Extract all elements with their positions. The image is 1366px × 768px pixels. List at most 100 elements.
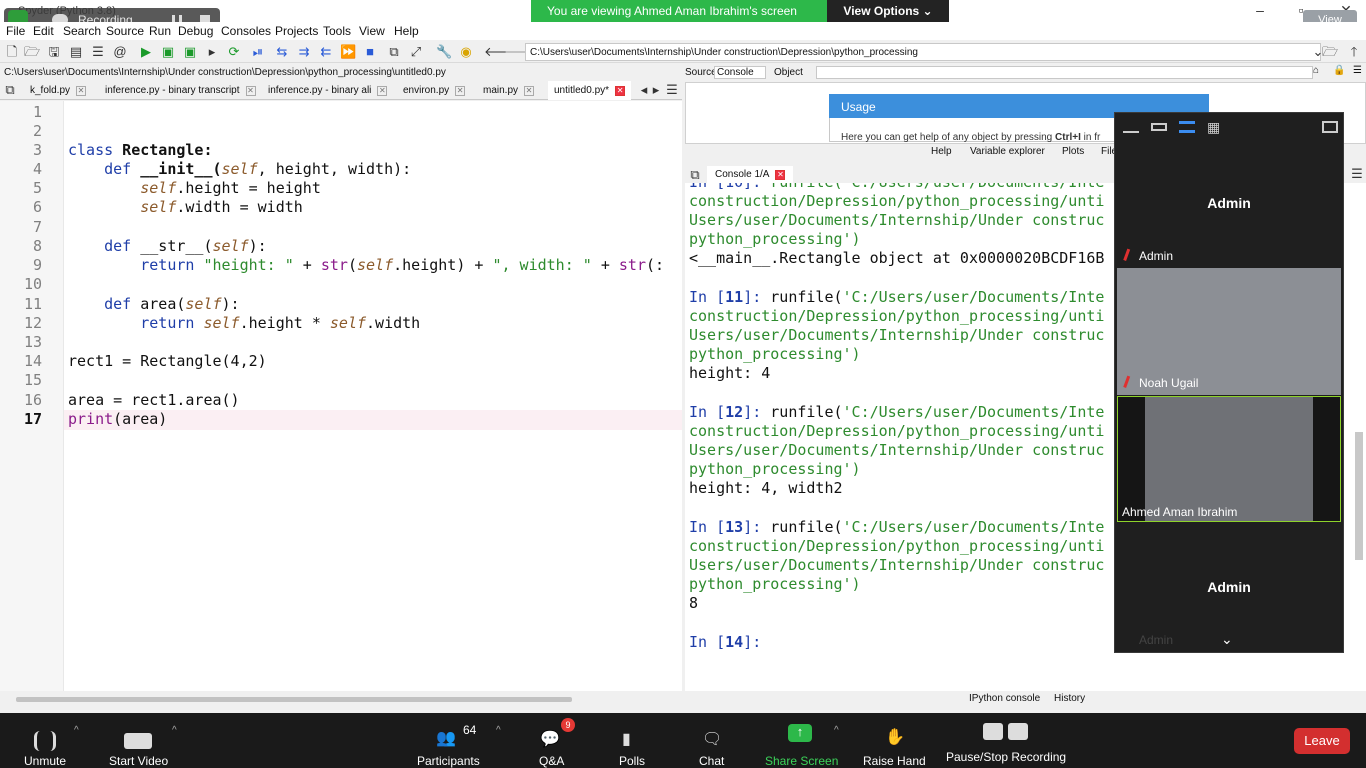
rerun-icon[interactable]: ⟳: [226, 44, 242, 60]
tab-main[interactable]: main.py ✕: [477, 81, 540, 100]
pause-recording-icon[interactable]: [983, 723, 1003, 740]
lock-icon[interactable]: 🔒: [1333, 65, 1345, 76]
exit-fullscreen-icon[interactable]: [1322, 121, 1338, 133]
run-icon[interactable]: ▶: [138, 44, 154, 60]
tab-untitled0[interactable]: untitled0.py* ✕: [548, 81, 632, 100]
chevron-down-icon[interactable]: ⌄: [1221, 631, 1233, 648]
menu-view[interactable]: View: [359, 24, 385, 38]
stop-recording-icon[interactable]: [1008, 723, 1028, 740]
qa-button[interactable]: Q&A: [539, 754, 564, 768]
menu-help[interactable]: Help: [394, 24, 419, 38]
working-directory-input[interactable]: C:\Users\user\Documents\Internship\Under…: [525, 43, 1321, 61]
chevron-up-icon[interactable]: ^: [172, 725, 177, 736]
minimize-icon[interactable]: [1123, 121, 1139, 133]
home-icon[interactable]: ⌂: [1313, 65, 1319, 76]
participants-button[interactable]: Participants: [417, 754, 480, 768]
tab-right-icon[interactable]: ▸: [648, 82, 664, 98]
menu-projects[interactable]: Projects: [275, 24, 318, 38]
menu-file[interactable]: File: [6, 24, 25, 38]
polls-button[interactable]: Polls: [619, 754, 645, 768]
parent-dir-icon[interactable]: 🡑: [1346, 44, 1362, 60]
options-menu-icon[interactable]: ☰: [1353, 65, 1362, 76]
console-scroll-thumb[interactable]: [1355, 432, 1363, 560]
chat-icon[interactable]: 🗨: [702, 729, 722, 749]
tab-k-fold[interactable]: k_fold.py ✕: [24, 81, 92, 100]
chat-button[interactable]: Chat: [699, 754, 724, 768]
code-editor[interactable]: 1 2 3 4 5 6 7 8 9 10 11 12 13 14 15 16 1…: [0, 101, 682, 691]
chevron-up-icon[interactable]: ^: [496, 725, 501, 736]
menu-search[interactable]: Search: [63, 24, 101, 38]
step-icon[interactable]: ⇆: [274, 44, 290, 60]
menu-consoles[interactable]: Consoles: [221, 24, 271, 38]
microphone-muted-icon[interactable]: [34, 731, 56, 751]
view-options-button[interactable]: View Options ⌄: [827, 0, 949, 22]
run-selection-icon[interactable]: ▸: [204, 44, 220, 60]
polls-icon[interactable]: ▮: [622, 729, 631, 749]
minimize-icon[interactable]: –: [1250, 2, 1270, 18]
options-menu-icon[interactable]: ☰: [1349, 166, 1365, 182]
video-tile-ahmed[interactable]: Ahmed Aman Ibrahim: [1117, 396, 1341, 522]
close-tab-icon[interactable]: ✕: [615, 86, 626, 96]
close-tab-icon[interactable]: ✕: [455, 86, 466, 96]
run-cell-advance-icon[interactable]: ▣: [182, 44, 198, 60]
tab-ipython-console[interactable]: IPython console: [969, 693, 1040, 704]
debug-icon[interactable]: ⏯: [250, 44, 266, 60]
step-into-icon[interactable]: ⇉: [296, 44, 312, 60]
close-tab-icon[interactable]: ✕: [524, 86, 535, 96]
fullscreen-icon[interactable]: ⤢: [408, 44, 424, 60]
browse-tabs-icon[interactable]: ⧉: [2, 82, 18, 98]
menu-debug[interactable]: Debug: [178, 24, 213, 38]
close-tab-icon[interactable]: ✕: [775, 170, 786, 180]
close-tab-icon[interactable]: ✕: [76, 86, 87, 96]
raise-hand-button[interactable]: Raise Hand: [863, 754, 926, 768]
options-menu-icon[interactable]: ☰: [664, 82, 680, 98]
menu-run[interactable]: Run: [149, 24, 171, 38]
back-arrow-icon[interactable]: 🡐: [484, 44, 519, 60]
save-icon[interactable]: 🖫: [46, 44, 62, 60]
list-icon[interactable]: ☰: [90, 44, 106, 60]
qa-icon[interactable]: 💬: [540, 729, 560, 749]
start-video-button[interactable]: Start Video: [109, 754, 168, 768]
chevron-up-icon[interactable]: ^: [74, 725, 79, 736]
share-screen-button[interactable]: Share Screen: [765, 754, 838, 768]
raise-hand-icon[interactable]: ✋: [885, 727, 905, 747]
run-cell-icon[interactable]: ▣: [160, 44, 176, 60]
tab-environ[interactable]: environ.py ✕: [397, 81, 471, 100]
close-tab-icon[interactable]: ✕: [245, 86, 256, 96]
tab-help[interactable]: Help: [931, 146, 952, 157]
save-all-icon[interactable]: ▤: [68, 44, 84, 60]
speaker-view-icon[interactable]: [1179, 121, 1195, 133]
gallery-view-icon[interactable]: ▦: [1207, 120, 1223, 134]
video-tile-noah[interactable]: Noah Ugail: [1117, 268, 1341, 395]
continue-icon[interactable]: ⏩: [340, 44, 356, 60]
wrench-icon[interactable]: 🔧: [436, 44, 452, 60]
forward-arrow-icon[interactable]: 🡒: [504, 44, 539, 60]
pause-stop-recording-button[interactable]: Pause/Stop Recording: [946, 750, 1066, 764]
console-prompt[interactable]: In [14]:: [689, 633, 761, 651]
object-input[interactable]: [816, 66, 1313, 79]
source-select[interactable]: Console: [714, 66, 766, 79]
close-tab-icon[interactable]: ✕: [377, 86, 388, 96]
at-icon[interactable]: @: [112, 44, 128, 60]
menu-edit[interactable]: Edit: [33, 24, 54, 38]
editor-scroll-thumb[interactable]: [16, 697, 572, 702]
video-off-icon[interactable]: [124, 733, 152, 749]
new-file-icon[interactable]: 🗋: [4, 44, 20, 60]
open-file-icon[interactable]: 🗁: [24, 44, 40, 60]
tab-history[interactable]: History: [1054, 693, 1085, 704]
participants-icon[interactable]: 👥: [436, 728, 456, 748]
tab-plots[interactable]: Plots: [1062, 146, 1084, 157]
restore-icon[interactable]: [1151, 123, 1167, 131]
tab-console[interactable]: Console 1/A ✕: [707, 166, 794, 183]
browse-tabs-icon[interactable]: ⧉: [687, 167, 703, 183]
python-icon[interactable]: ◉: [458, 44, 474, 60]
leave-button[interactable]: Leave: [1294, 728, 1350, 754]
step-return-icon[interactable]: ⇇: [318, 44, 334, 60]
stop-debug-icon[interactable]: ■: [362, 44, 378, 60]
tab-inference-ali[interactable]: inference.py - binary ali ✕: [262, 81, 393, 100]
tab-variable-explorer[interactable]: Variable explorer: [970, 146, 1045, 157]
browse-folder-icon[interactable]: 🗁: [1322, 44, 1338, 60]
unmute-button[interactable]: Unmute: [24, 754, 66, 768]
menu-tools[interactable]: Tools: [323, 24, 351, 38]
tab-inference-transcript[interactable]: inference.py - binary transcript ✕: [99, 81, 262, 100]
